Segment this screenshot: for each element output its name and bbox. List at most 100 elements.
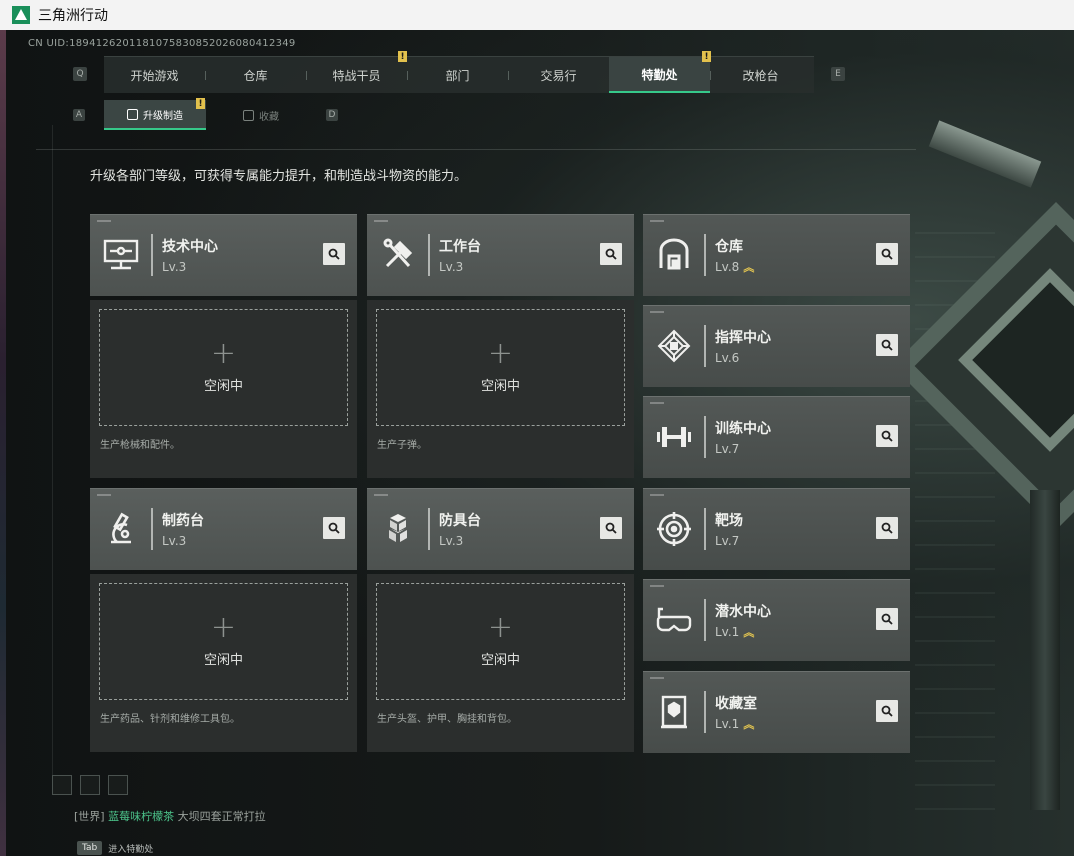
chat-text: 大坝四套正常打拉 <box>177 810 266 823</box>
add-production-area[interactable]: + 空闲中 <box>376 309 625 426</box>
card-corner-mark <box>374 220 388 222</box>
desktop-edge <box>0 30 6 856</box>
production-slot-armor-bench[interactable]: + 空闲中 生产头盔、护甲、胸挂和背包。 <box>367 574 634 752</box>
facility-level-text: Lv.7 <box>715 442 740 456</box>
nav-tab-special-ops[interactable]: 特勤处 <box>609 57 710 93</box>
facility-card-training-center[interactable]: 训练中心 Lv.7 <box>643 396 910 478</box>
slot-status: 空闲中 <box>480 379 520 394</box>
quick-action-button[interactable] <box>52 775 72 795</box>
facility-name: 指挥中心 <box>715 330 771 346</box>
warehouse-icon <box>653 234 695 276</box>
add-production-area[interactable]: + 空闲中 <box>376 583 625 700</box>
craft-icon <box>127 108 138 120</box>
inspect-button[interactable] <box>323 243 345 265</box>
subtab-collection[interactable]: 收藏 <box>216 100 306 130</box>
production-slot-workbench[interactable]: + 空闲中 生产子弹。 <box>367 300 634 478</box>
facility-card-armor-bench[interactable]: 防具台 Lv.3 <box>367 488 634 570</box>
search-icon <box>605 522 617 534</box>
window-title: 三角洲行动 <box>38 8 108 24</box>
nav-prev-key[interactable]: Q <box>73 67 87 81</box>
alert-badge-operators: ! <box>398 51 407 62</box>
inspect-button[interactable] <box>876 425 898 447</box>
facility-level-text: Lv.3 <box>162 534 187 548</box>
facility-level-text: Lv.1 <box>715 625 740 639</box>
inspect-button[interactable] <box>876 334 898 356</box>
nav-tab-operators[interactable]: 特战干员 <box>306 57 407 93</box>
card-separator <box>151 508 153 550</box>
add-production-area[interactable]: + 空闲中 <box>99 583 348 700</box>
facility-level: Lv.3 <box>162 260 186 274</box>
divider-line <box>36 149 916 150</box>
chat-message[interactable]: [世界] 蓝莓味柠檬茶 大坝四套正常打拉 <box>74 808 266 824</box>
facility-card-workbench[interactable]: 工作台 Lv.3 <box>367 214 634 296</box>
facility-card-tech-center[interactable]: 技术中心 Lv.3 <box>90 214 357 296</box>
tools-icon <box>377 234 419 276</box>
collection-icon <box>243 109 254 121</box>
card-corner-mark <box>97 220 111 222</box>
player-uid: CN UID:189412620118107583085202608041234… <box>28 38 296 49</box>
card-corner-mark <box>650 402 664 404</box>
card-corner-mark <box>650 220 664 222</box>
facility-card-command-center[interactable]: 指挥中心 Lv.6 <box>643 305 910 387</box>
armor-cubes-icon <box>377 508 419 550</box>
facility-level: Lv.6 <box>715 351 739 365</box>
production-slot-pharmacy[interactable]: + 空闲中 生产药品、针剂和维修工具包。 <box>90 574 357 752</box>
tab-hint[interactable]: Tab 进入特勤处 <box>77 841 153 855</box>
nav-next-key[interactable]: E <box>831 67 845 81</box>
add-production-area[interactable]: + 空闲中 <box>99 309 348 426</box>
facility-card-shooting-range[interactable]: 靶场 Lv.7 <box>643 488 910 570</box>
tab-hint-label: 进入特勤处 <box>108 844 154 855</box>
inspect-button[interactable] <box>876 517 898 539</box>
card-separator <box>704 508 706 550</box>
facility-card-diving-center[interactable]: 潜水中心 Lv.1 ︽ <box>643 579 910 661</box>
chat-player-name[interactable]: 蓝莓味柠檬茶 <box>108 810 174 823</box>
facility-level: Lv.1 ︽ <box>715 625 754 639</box>
facility-level-text: Lv.3 <box>439 260 464 274</box>
subtab-upgrade-craft[interactable]: 升级制造 <box>104 100 206 130</box>
search-icon <box>328 248 340 260</box>
facility-card-collection-room[interactable]: 收藏室 Lv.1 ︽ <box>643 671 910 753</box>
inspect-button[interactable] <box>323 517 345 539</box>
page-description: 升级各部门等级，可获得专属能力提升，和制造战斗物资的能力。 <box>90 169 468 184</box>
plus-icon: + <box>210 336 237 371</box>
app-logo-icon <box>12 6 30 24</box>
search-icon <box>605 248 617 260</box>
slot-description: 生产药品、针剂和维修工具包。 <box>100 714 240 725</box>
command-chip-icon <box>653 325 695 367</box>
slot-description: 生产头盔、护甲、胸挂和背包。 <box>377 714 517 725</box>
nav-tab-start-game[interactable]: 开始游戏 <box>104 57 205 93</box>
inspect-button[interactable] <box>876 608 898 630</box>
quick-action-button[interactable] <box>80 775 100 795</box>
card-corner-mark <box>97 494 111 496</box>
search-icon <box>881 248 893 260</box>
card-separator <box>704 325 706 367</box>
facility-card-pharmacy[interactable]: 制药台 Lv.3 <box>90 488 357 570</box>
slot-status: 空闲中 <box>480 653 520 668</box>
facility-card-warehouse[interactable]: 仓库 Lv.8 ︽ <box>643 214 910 296</box>
nav-tab-warehouse[interactable]: 仓库 <box>205 57 306 93</box>
nav-tab-department[interactable]: 部门 <box>407 57 508 93</box>
facility-level-text: Lv.6 <box>715 351 740 365</box>
card-separator <box>428 508 430 550</box>
alert-badge-special-ops: ! <box>702 51 711 62</box>
nav-tab-market[interactable]: 交易行 <box>508 57 609 93</box>
facility-level: Lv.7 <box>715 534 739 548</box>
facility-level: Lv.8 ︽ <box>715 260 754 274</box>
nav-tab-gunsmith[interactable]: 改枪台 <box>710 57 811 93</box>
subtab-collection-label: 收藏 <box>259 111 279 123</box>
slot-status: 空闲中 <box>203 379 243 394</box>
inspect-button[interactable] <box>876 700 898 722</box>
inspect-button[interactable] <box>600 517 622 539</box>
search-icon <box>881 613 893 625</box>
inspect-button[interactable] <box>600 243 622 265</box>
subnav-prev-key[interactable]: A <box>73 109 85 121</box>
quick-action-button[interactable] <box>108 775 128 795</box>
upgrade-available-icon: ︽ <box>743 717 755 731</box>
subnav-next-key[interactable]: D <box>326 109 338 121</box>
background-pipe <box>928 120 1042 188</box>
facility-level-text: Lv.3 <box>439 534 464 548</box>
slot-description: 生产枪械和配件。 <box>100 440 180 451</box>
production-slot-tech-center[interactable]: + 空闲中 生产枪械和配件。 <box>90 300 357 478</box>
inspect-button[interactable] <box>876 243 898 265</box>
card-separator <box>704 691 706 733</box>
